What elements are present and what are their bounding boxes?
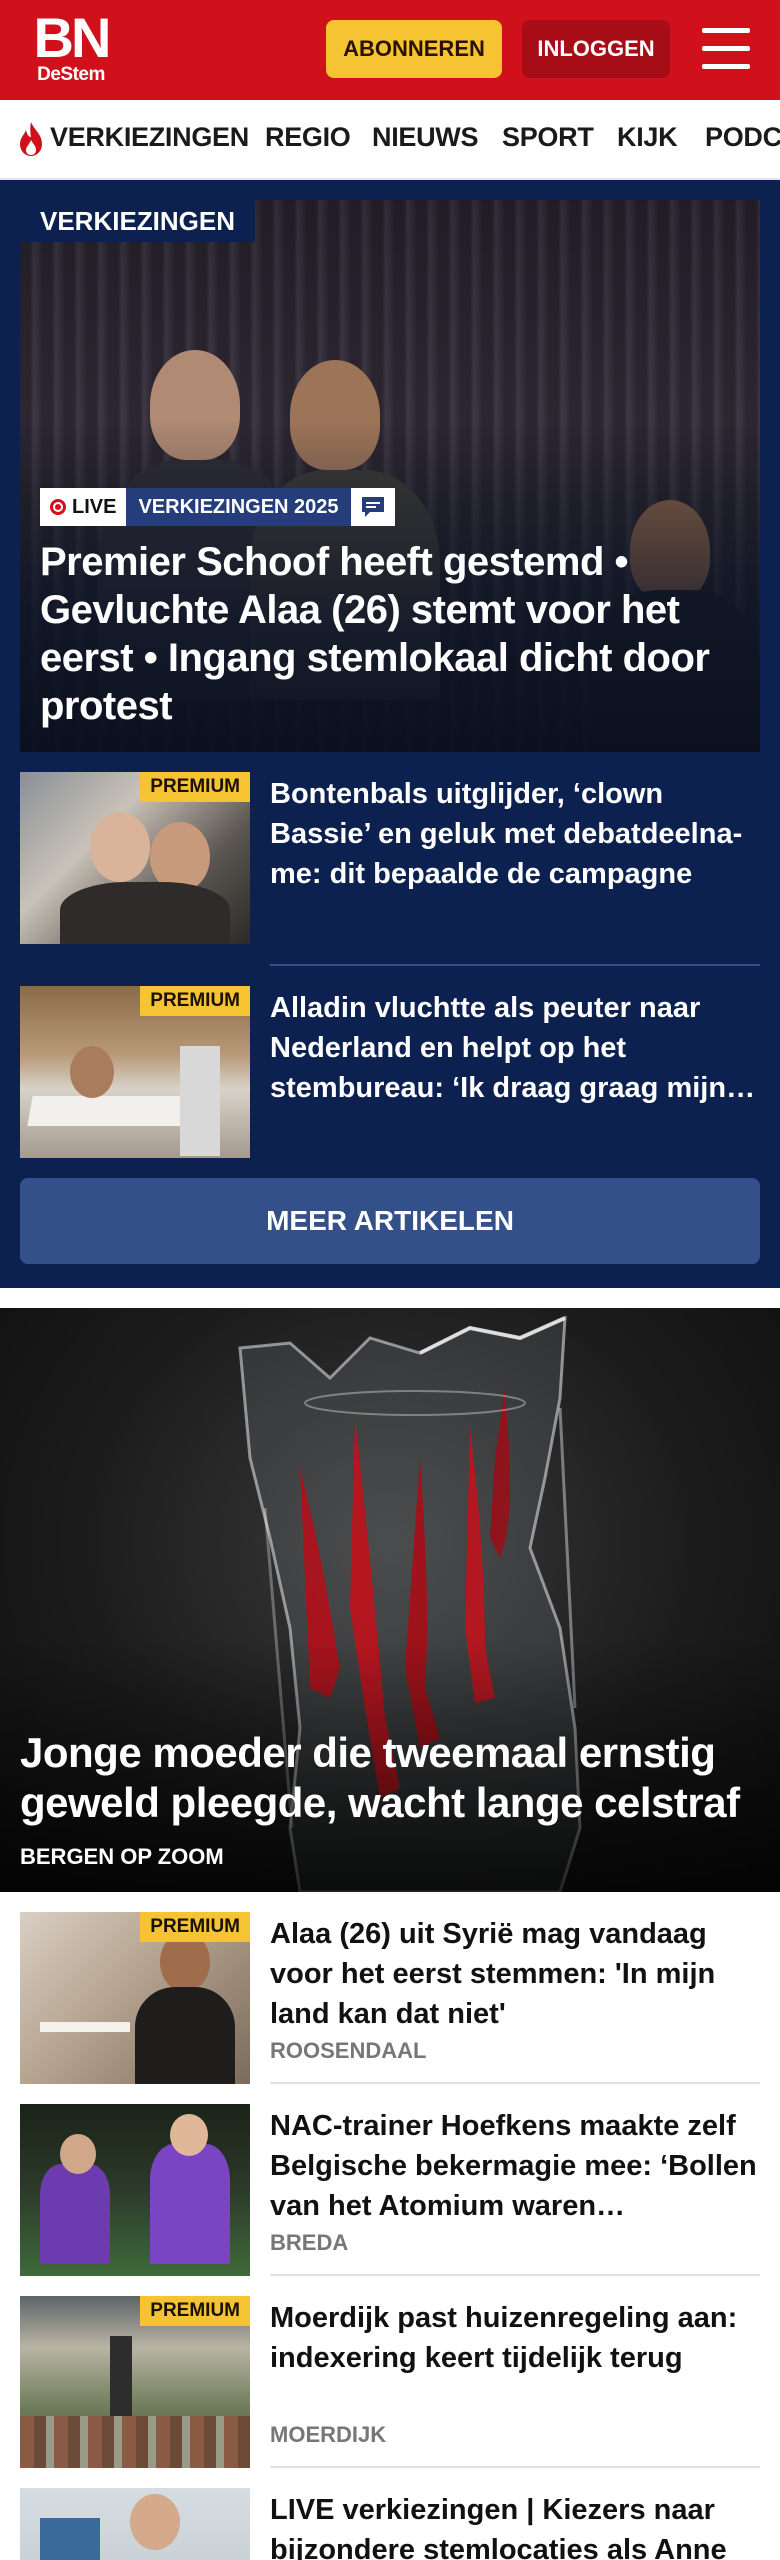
nav-item-nieuws[interactable]: NIEUWS — [372, 122, 479, 153]
news-story[interactable]: PREMIUM Moerdijk past huizenregeling aan… — [20, 2296, 760, 2468]
nav-item-podcasts[interactable]: PODC — [705, 122, 780, 153]
story-headline: Bontenbals uitglijder, ‘clown Bassie’ en… — [270, 778, 743, 890]
feature-article[interactable]: Jonge moeder die tweemaal ernstig geweld… — [0, 1308, 780, 1892]
story-headline: Moerdijk past huizenregeling aan: indexe… — [270, 2302, 738, 2374]
hamburger-menu-icon[interactable] — [700, 26, 752, 72]
story-divider — [270, 964, 760, 966]
story-divider — [270, 2466, 760, 2468]
logo-main-text: BN — [33, 6, 112, 69]
thumbnail-figure — [180, 1046, 220, 1156]
story-headline: NAC-trainer Hoefkens maakte zelf Belgisc… — [270, 2110, 757, 2222]
nav-item-kijk[interactable]: KIJK — [617, 122, 678, 153]
hero-headline[interactable]: Premier Schoof heeft gestemd • Gevluchte… — [40, 538, 740, 730]
thumbnail-figure — [70, 1046, 114, 1098]
thumbnail-figure — [130, 2494, 180, 2550]
section-label[interactable]: VERKIEZINGEN — [20, 200, 256, 242]
flame-icon — [20, 122, 42, 156]
thumbnail-figure — [60, 882, 230, 944]
nav-item-sport[interactable]: SPORT — [502, 122, 594, 153]
thumbnail-figure — [40, 2164, 110, 2264]
news-story[interactable]: PREMIUM Alaa (26) uit Syrië mag vandaag … — [20, 1912, 760, 2084]
nav-item-regio[interactable]: REGIO — [265, 122, 351, 153]
thumbnail-figure — [135, 1987, 235, 2084]
story-location: MOERDIJK — [270, 2422, 387, 2447]
thumbnail-figure — [90, 812, 150, 882]
feature-location: BERGEN OP ZOOM — [20, 1844, 224, 1869]
premium-badge: PREMIUM — [140, 1912, 250, 1942]
news-story[interactable]: NAC-trainer Hoefkens maakte zelf Belgisc… — [20, 2104, 760, 2276]
elections-section: VERKIEZINGEN LIVE VERKIEZINGEN 2025 Prem… — [0, 180, 780, 1288]
story-thumbnail: PREMIUM — [20, 986, 250, 1158]
live-dot-icon — [50, 499, 66, 515]
site-logo[interactable]: BN DeStem — [30, 6, 112, 86]
main-navigation: VERKIEZINGEN REGIO NIEUWS SPORT KIJK POD… — [0, 100, 780, 180]
elections-story[interactable]: PREMIUM Bontenbals uitglijder, ‘clown Ba… — [20, 772, 760, 944]
thumbnail-figure — [170, 2114, 208, 2156]
subscribe-button[interactable]: ABONNEREN — [326, 20, 502, 78]
premium-badge: PREMIUM — [140, 986, 250, 1016]
live-label: LIVE — [72, 495, 117, 518]
premium-badge: PREMIUM — [140, 2296, 250, 2326]
story-thumbnail — [20, 2104, 250, 2276]
chat-bubble-icon — [350, 488, 395, 526]
elections-story[interactable]: PREMIUM Alladin vluchtte als peuter naar… — [20, 986, 760, 1158]
live-badge: LIVE — [40, 488, 127, 526]
story-location: ROOSENDAAL — [270, 2038, 427, 2063]
story-divider — [270, 2274, 760, 2276]
more-articles-button[interactable]: MEER ARTIKELEN — [20, 1178, 760, 1264]
story-thumbnail: PREMIUM — [20, 2296, 250, 2468]
thumbnail-figure — [60, 2134, 96, 2174]
feature-headline: Jonge moeder die tweemaal ernstig geweld… — [20, 1729, 740, 1826]
nav-item-verkiezingen[interactable]: VERKIEZINGEN — [50, 122, 249, 153]
story-headline: LIVE verkiezingen | Kiezers naar bijzond… — [270, 2494, 727, 2560]
topic-badge: VERKIEZINGEN 2025 — [126, 488, 351, 526]
live-badge-row[interactable]: LIVE VERKIEZINGEN 2025 — [40, 488, 395, 526]
thumbnail-figure — [40, 2022, 130, 2032]
thumbnail-figure — [27, 1096, 193, 1126]
logo-sub-text: DeStem — [37, 64, 105, 85]
story-thumbnail: PREMIUM — [20, 772, 250, 944]
story-divider — [270, 2082, 760, 2084]
story-location: BREDA — [270, 2230, 349, 2255]
story-thumbnail: PREMIUM — [20, 1912, 250, 2084]
news-story[interactable]: LIVE verkiezingen | Kiezers naar bijzond… — [20, 2488, 760, 2560]
site-header: BN DeStem ABONNEREN INLOGGEN — [0, 0, 780, 100]
story-thumbnail — [20, 2488, 250, 2560]
thumbnail-figure — [20, 2416, 250, 2468]
thumbnail-figure — [40, 2518, 100, 2560]
premium-badge: PREMIUM — [140, 772, 250, 802]
login-button[interactable]: INLOGGEN — [522, 20, 670, 78]
story-headline: Alaa (26) uit Syrië mag vandaag voor het… — [270, 1918, 716, 2030]
thumbnail-figure — [150, 2144, 230, 2264]
story-headline: Alladin vluchtte als peuter naar Nederla… — [270, 992, 756, 1104]
